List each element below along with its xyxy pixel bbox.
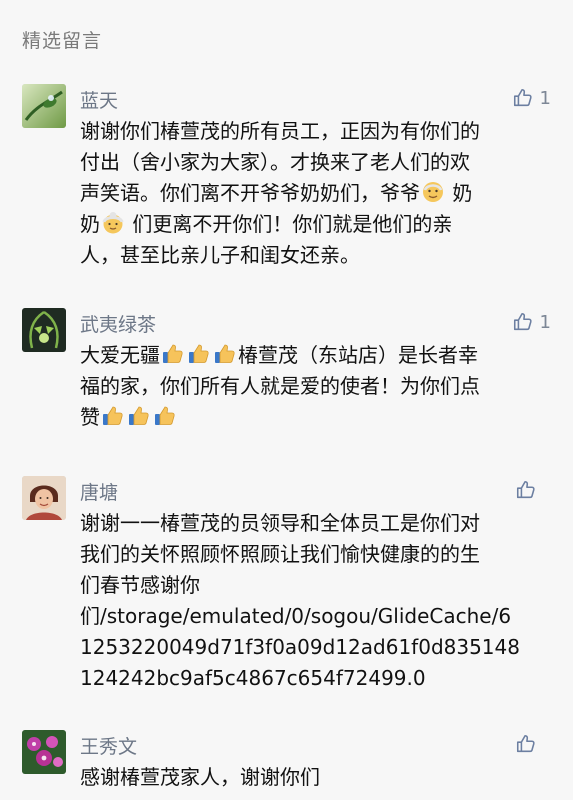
avatar-image	[22, 730, 66, 774]
comment-line: 们春节感谢你	[80, 573, 200, 597]
like-button[interactable]: 1	[512, 84, 551, 112]
comment-line: 声笑语。你们离不开爷爷奶奶们，爷爷 奶	[80, 178, 550, 209]
like-button[interactable]	[515, 476, 551, 504]
older-man-emoji	[421, 180, 445, 204]
comment-line: 大爱无疆 椿萱茂（东站店）是长者幸	[80, 340, 550, 371]
comment-line-part: 赞	[80, 405, 100, 429]
thumbs-up-emoji	[127, 404, 151, 428]
comment-line-part: 们更离不开你们！你们就是他们的亲	[132, 212, 453, 236]
comment-line-part: 声笑语。你们离不开爷爷奶奶们，爷爷	[80, 181, 420, 205]
comment-line: 人，甚至比亲儿子和闺女还亲。	[80, 243, 360, 267]
older-woman-emoji	[101, 211, 125, 235]
avatar[interactable]	[22, 476, 66, 520]
comment-line: 124242bc9af5c4867c654f72499.0	[80, 666, 426, 690]
comment-line-part: 椿萱茂（东站店）是长者幸	[238, 343, 478, 367]
comment-text: 大爱无疆 椿萱茂（东站店）是长者幸 福的家，你们所有人就是爱的使者！为你们点 赞	[80, 340, 550, 433]
thumbs-up-emoji	[153, 404, 177, 428]
commenter-name[interactable]: 王秀文	[80, 732, 137, 759]
thumbs-up-emoji	[161, 342, 185, 366]
thumbs-up-icon	[516, 480, 535, 499]
comment-line: 谢谢你们椿萱茂的所有员工，正因为有你们的	[80, 119, 480, 143]
avatar-image	[22, 308, 66, 352]
section-title: 精选留言	[22, 30, 103, 52]
comment-line-part: 奶	[80, 212, 100, 236]
avatar[interactable]	[22, 308, 66, 352]
comment-text: 谢谢一一椿萱茂的员领导和全体员工是你们对 我们的关怀照顾怀照顾让我们愉快健康的的…	[80, 508, 550, 694]
thumbs-up-emoji	[101, 404, 125, 428]
comment-line: 感谢椿萱茂家人，谢谢你们	[80, 765, 320, 789]
avatar-image	[22, 84, 66, 128]
comment-line: 谢谢一一椿萱茂的员领导和全体员工是你们对	[80, 511, 480, 535]
comment-line: 我们的关怀照顾怀照顾让我们愉快健康的的生	[80, 542, 480, 566]
like-count: 1	[539, 311, 551, 333]
comment-line-part: 大爱无疆	[80, 343, 160, 367]
commenter-name[interactable]: 武夷绿茶	[80, 310, 156, 337]
comment-text: 谢谢你们椿萱茂的所有员工，正因为有你们的 付出（舍小家为大家）。才换来了老人们的…	[80, 116, 550, 271]
commenter-name[interactable]: 蓝天	[80, 86, 118, 113]
comment-line: 奶 们更离不开你们！你们就是他们的亲	[80, 209, 550, 240]
thumbs-up-icon	[516, 734, 535, 753]
comment-line: 1253220049d71f3f0a09d12ad61f0d835148	[80, 635, 520, 659]
comment-line: 付出（舍小家为大家）。才换来了老人们的欢	[80, 150, 470, 174]
commenter-name[interactable]: 唐塘	[80, 478, 118, 505]
like-button[interactable]	[515, 730, 551, 758]
like-button[interactable]: 1	[512, 308, 551, 336]
thumbs-up-emoji	[213, 342, 237, 366]
thumbs-up-icon	[513, 312, 532, 331]
avatar[interactable]	[22, 84, 66, 128]
comment-text: 感谢椿萱茂家人，谢谢你们	[80, 762, 550, 793]
like-count: 1	[539, 87, 551, 109]
thumbs-up-icon	[513, 88, 532, 107]
thumbs-up-emoji	[187, 342, 211, 366]
avatar-image	[22, 476, 66, 520]
avatar[interactable]	[22, 730, 66, 774]
comment-line: 们/storage/emulated/0/sogou/GlideCache/6	[80, 604, 512, 628]
comment-line-part: 奶	[452, 181, 473, 205]
comment-line: 赞	[80, 402, 550, 433]
comment-line: 福的家，你们所有人就是爱的使者！为你们点	[80, 374, 480, 398]
